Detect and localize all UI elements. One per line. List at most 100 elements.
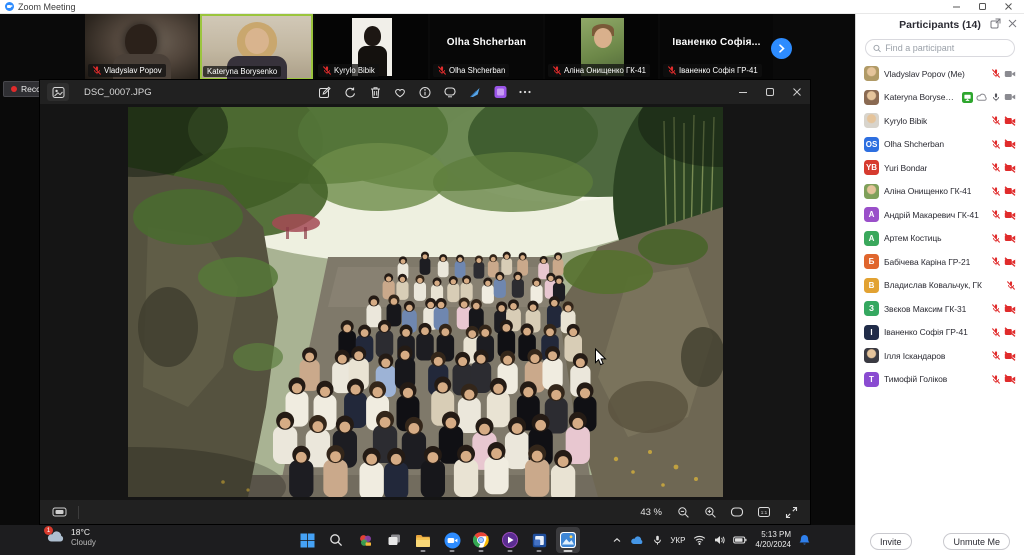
- cloud-recording-icon: [976, 92, 988, 102]
- participant-row[interactable]: Т Тимофій Голіков: [856, 368, 1024, 392]
- rotate-icon[interactable]: [339, 83, 362, 101]
- panel-close-icon[interactable]: [1008, 19, 1017, 28]
- favorite-icon[interactable]: [389, 83, 412, 101]
- video-tile[interactable]: Kyrylo Bibik: [315, 14, 428, 80]
- fullscreen-icon[interactable]: [782, 503, 800, 521]
- participant-row[interactable]: YB Yuri Bondar: [856, 156, 1024, 180]
- speaker-icon[interactable]: [714, 535, 725, 545]
- participant-row[interactable]: Kyrylo Bibik: [856, 109, 1024, 133]
- participant-row[interactable]: Аліна Онищенко ГК-41: [856, 180, 1024, 204]
- video-tile[interactable]: Аліна Онищенко ГК-41: [545, 14, 658, 80]
- notification-bell-icon[interactable]: [799, 534, 810, 546]
- video-tile[interactable]: Kateryna Borysenko: [200, 14, 313, 80]
- search-taskbar-icon[interactable]: [324, 527, 348, 553]
- weather-widget[interactable]: 1 18°C Cloudy: [46, 528, 96, 547]
- participant-row[interactable]: ААндрій Макаревич ГК-41: [856, 203, 1024, 227]
- participant-name: Тимофій Голіков: [884, 374, 947, 384]
- participant-row[interactable]: ВВладислав Ковальчук, ГК: [856, 274, 1024, 298]
- desktop-screen: Zoom Meeting Vladyslav PopovKateryna Bor…: [0, 0, 1024, 555]
- maximize-icon[interactable]: [978, 2, 987, 11]
- participant-silhouette: [125, 24, 157, 58]
- participant-status-icons: [962, 92, 1016, 103]
- participant-avatar: Т: [864, 372, 879, 387]
- onedrive-icon[interactable]: [630, 535, 645, 545]
- zoom-app-icon[interactable]: [440, 527, 464, 553]
- chrome-icon[interactable]: [469, 527, 493, 553]
- participant-row[interactable]: OSOlha Shcherban: [856, 133, 1024, 157]
- participant-row[interactable]: Vladyslav Popov (Me): [856, 62, 1024, 86]
- file-explorer-icon[interactable]: [411, 527, 435, 553]
- tile-name-label: Аліна Онищенко ГК-41: [548, 64, 650, 77]
- tray-mic-icon[interactable]: [653, 535, 662, 546]
- participant-status-icons: [991, 233, 1016, 244]
- start-button[interactable]: [295, 527, 319, 553]
- camera-off-icon: [1004, 374, 1016, 384]
- photos-minimize-icon[interactable]: [729, 80, 756, 104]
- visual-search-icon[interactable]: [464, 83, 487, 101]
- tray-chevron-icon[interactable]: [612, 536, 622, 544]
- weather-temp: 18°C: [71, 528, 96, 538]
- tile-name-label: Kateryna Borysenko: [203, 66, 281, 77]
- slideshow-icon[interactable]: [439, 83, 462, 101]
- actual-size-icon[interactable]: 1:1: [755, 503, 773, 521]
- info-icon[interactable]: [414, 83, 437, 101]
- participant-avatar: [864, 113, 879, 128]
- photos-close-icon[interactable]: [783, 80, 810, 104]
- participant-row[interactable]: ААртем Костиць: [856, 227, 1024, 251]
- gallery-icon[interactable]: [47, 83, 69, 101]
- photos-maximize-icon[interactable]: [756, 80, 783, 104]
- minimize-icon[interactable]: [952, 2, 961, 11]
- participant-row[interactable]: Kateryna Borysen... (Host): [856, 86, 1024, 110]
- video-tile[interactable]: Іваненко Софія...Іваненко Софія ГР-41: [660, 14, 773, 80]
- participant-row[interactable]: Ілля Іскандаров: [856, 344, 1024, 368]
- photos-app-icon[interactable]: [556, 527, 580, 553]
- participant-name: Yuri Bondar: [884, 163, 927, 173]
- photos-bottom-bar: 43 % 1:1: [40, 500, 810, 524]
- running-indicator: [508, 550, 513, 553]
- participant-name: Звєков Максим ГК-31: [884, 304, 966, 314]
- participant-avatar: YB: [864, 160, 879, 175]
- search-input[interactable]: [885, 43, 1007, 53]
- popout-icon[interactable]: [990, 18, 1001, 29]
- close-icon[interactable]: [1004, 2, 1013, 11]
- clipchamp-icon[interactable]: [489, 83, 512, 101]
- office-app-icon[interactable]: [527, 527, 551, 553]
- battery-icon[interactable]: [733, 536, 747, 544]
- unmute-me-button[interactable]: Unmute Me: [943, 533, 1010, 550]
- invite-button[interactable]: Invite: [870, 533, 912, 550]
- participant-row[interactable]: ББабічева Каріна ГР-21: [856, 250, 1024, 274]
- delete-icon[interactable]: [364, 83, 387, 101]
- participant-row[interactable]: ЗЗвєков Максим ГК-31: [856, 297, 1024, 321]
- mic-muted-icon: [991, 256, 1001, 267]
- participant-avatar: OS: [864, 137, 879, 152]
- zoom-out-icon[interactable]: [674, 503, 692, 521]
- participant-status-icons: [991, 186, 1016, 197]
- video-tile[interactable]: Vladyslav Popov: [85, 14, 198, 80]
- wifi-icon[interactable]: [693, 535, 706, 545]
- colorful-app-icon[interactable]: [353, 527, 377, 553]
- camera-off-icon: [1004, 257, 1016, 267]
- mic-muted-icon: [552, 65, 562, 76]
- tile-name-label: Іваненко Софія ГР-41: [663, 64, 762, 77]
- mic-muted-icon: [322, 65, 332, 76]
- next-videos-button[interactable]: [771, 38, 792, 59]
- mic-muted-icon: [991, 68, 1001, 79]
- participants-header: Participants (14): [856, 14, 1024, 35]
- more-icon[interactable]: [514, 83, 537, 101]
- participant-name: Ілля Іскандаров: [884, 351, 945, 361]
- participant-status-icons: [991, 303, 1016, 314]
- media-player-icon[interactable]: [498, 527, 522, 553]
- mic-muted-icon: [991, 115, 1001, 126]
- tray-clock[interactable]: 5:13 PM 4/20/2024: [755, 530, 791, 549]
- mic-muted-icon: [991, 233, 1001, 244]
- edit-image-icon[interactable]: [314, 83, 337, 101]
- tray-time: 5:13 PM: [755, 530, 791, 540]
- language-indicator[interactable]: УКР: [670, 536, 685, 545]
- participant-row[interactable]: ІІваненко Софія ГР-41: [856, 321, 1024, 345]
- task-view-icon[interactable]: [382, 527, 406, 553]
- taskbar: 1 18°C Cloudy УКР 5:13 PM 4/20/2024: [0, 525, 856, 555]
- filmstrip-toggle-icon[interactable]: [50, 503, 68, 521]
- fit-to-window-icon[interactable]: [728, 503, 746, 521]
- video-tile[interactable]: Olha ShcherbanOlha Shcherban: [430, 14, 543, 80]
- zoom-in-icon[interactable]: [701, 503, 719, 521]
